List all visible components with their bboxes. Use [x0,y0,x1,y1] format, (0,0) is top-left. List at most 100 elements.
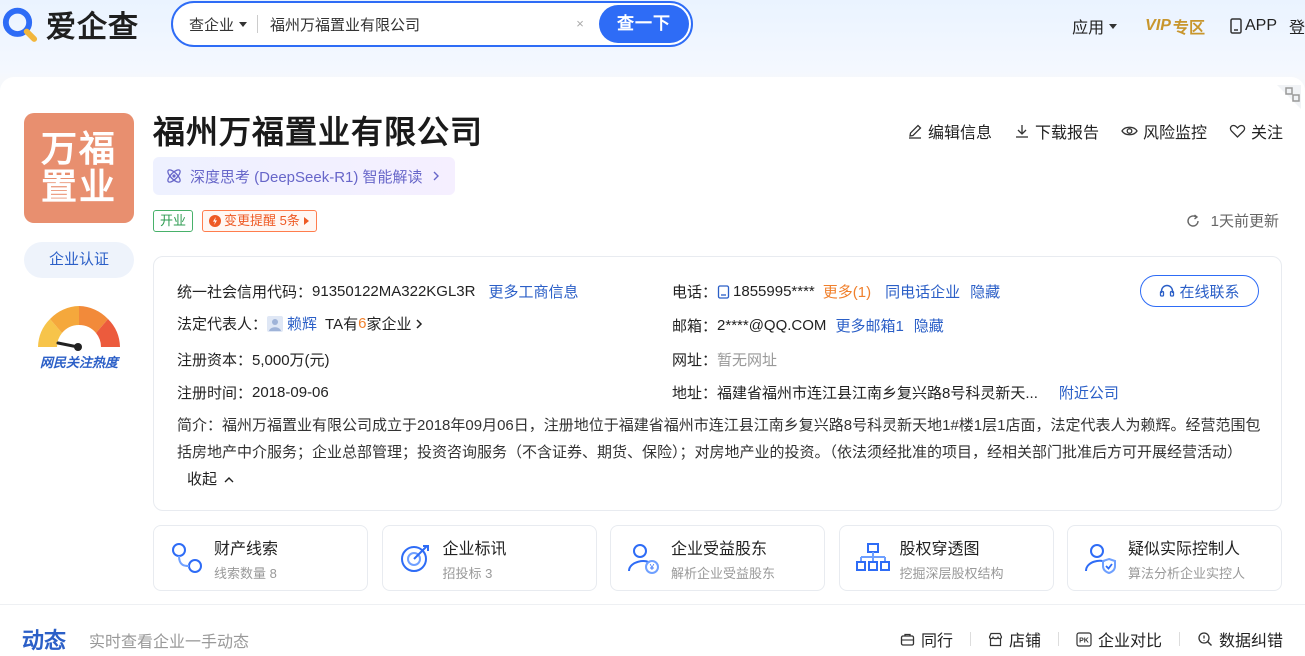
peers-button[interactable]: 同行 [900,627,953,651]
footer-actions: 同行 店铺 PK 企业对比 数据纠错 [883,627,1283,651]
controller-shield-icon [1085,544,1116,575]
briefcase-icon [900,633,915,646]
edit-icon [908,124,922,139]
store-label: 店铺 [1008,633,1041,650]
same-phone-companies-link[interactable]: 同电话企业 [885,281,960,302]
more-email-link[interactable]: 更多邮箱1 [835,315,903,336]
alert-icon [209,215,222,227]
vip-label: 专区 [1172,20,1205,37]
legal-rep-label: 法定代表人： [177,316,268,333]
store-button[interactable]: 店铺 [988,627,1041,651]
capital-value: 5,000万(元) [252,352,330,369]
data-correction-button[interactable]: 数据纠错 [1197,627,1283,651]
company-card: 万福 置业 企业认证 网民关注热度 福州万福置业有限公司 深度思考 (DeepS… [0,77,1305,604]
legal-rep-companies-link[interactable]: TA有 6 家企业 [325,313,424,334]
nav-apps[interactable]: 应用 [1072,14,1118,38]
phone-more-link[interactable]: 更多(1) [823,281,871,302]
email-hide-link[interactable]: 隐藏 [914,315,944,336]
vip-badge: VIP [1145,17,1171,34]
feature-title: 财产线索 [214,540,279,558]
feature-card-asset-clues[interactable]: 财产线索 线索数量 8 [153,525,368,591]
credit-code-value: 91350122MA322KGL3R [312,283,476,300]
mobile-icon [1230,18,1242,34]
logo-magnifier-icon [2,7,38,42]
follow-label: 关注 [1250,125,1283,142]
website-row: 网址： 暂无网址 [672,349,777,370]
capital-label: 注册资本： [177,352,253,369]
change-alert-badge[interactable]: 变更提醒 5条 [202,210,317,232]
correction-icon [1198,632,1212,646]
atom-icon [167,169,181,183]
search-button[interactable]: 查一下 [599,5,689,43]
compare-button[interactable]: PK 企业对比 [1076,627,1162,651]
chevron-down-icon [239,21,248,27]
nav-app[interactable]: APP [1229,17,1277,35]
feature-title: 股权穿透图 [899,540,980,558]
feature-card-beneficiary[interactable]: ¥ 企业受益股东 解析企业受益股东 [610,525,825,591]
feature-title: 疑似实际控制人 [1128,540,1241,558]
target-icon [400,545,429,572]
feature-subtitle: 算法分析企业实控人 [1128,565,1246,581]
feature-subtitle: 挖掘深层股权结构 [899,565,1004,581]
nav-login-label: 登 [1288,20,1305,37]
company-logo-line1: 万福 [40,128,117,169]
compare-label: 企业对比 [1097,633,1162,650]
address-label: 地址： [672,385,718,402]
brief-label: 简介： [177,417,223,434]
search-type-label: 查企业 [189,16,235,34]
collapse-brief-button[interactable]: 收起 [187,471,234,488]
website-label: 网址： [672,352,718,369]
nav-login[interactable]: 登 [1289,14,1305,38]
edit-info-button[interactable]: 编辑信息 [907,119,992,143]
company-logo: 万福 置业 [24,113,134,223]
feature-card-bidding[interactable]: 企业标讯 招投标 3 [381,525,597,591]
top-nav: 应用 VIP 专区 APP 登 [1044,14,1305,38]
chevron-down-icon [1109,23,1118,29]
pk-compare-icon: PK [1076,631,1092,647]
search-type-select[interactable]: 查企业 [189,14,248,35]
peers-label: 同行 [920,633,953,650]
download-report-label: 下载报告 [1034,125,1099,142]
heart-icon [1229,124,1246,138]
clear-icon[interactable]: × [572,16,588,32]
online-contact-button[interactable]: 在线联系 [1140,275,1259,307]
risk-monitor-button[interactable]: 风险监控 [1121,119,1207,143]
email-label: 邮箱： [672,318,718,335]
chevron-right-icon [433,171,439,181]
feature-subtitle: 招投标 3 [442,565,493,581]
feature-title: 企业标讯 [442,540,507,558]
svg-text:PK: PK [1079,637,1089,644]
store-icon [988,632,1003,646]
download-report-button[interactable]: 下载报告 [1014,119,1099,143]
feature-subtitle: 线索数量 8 [214,565,277,581]
feature-card-equity-chart[interactable]: 股权穿透图 挖掘深层股权结构 [838,525,1054,591]
website-value: 暂无网址 [717,352,778,369]
feature-card-controller[interactable]: 疑似实际控制人 算法分析企业实控人 [1067,525,1282,591]
nearby-companies-link[interactable]: 附近公司 [1059,382,1119,403]
nav-vip[interactable]: VIP 专区 [1145,14,1205,38]
legal-rep-ta-prefix: TA有 [325,316,359,333]
feature-title: 企业受益股东 [671,540,768,558]
top-header: 爱企查 查企业 × 查一下 应用 VIP 专区 APP 登 [0,0,1305,76]
data-correction-label: 数据纠错 [1218,633,1283,650]
follow-button[interactable]: 关注 [1229,119,1283,143]
reg-date-label: 注册时间： [177,385,253,402]
dynamics-title[interactable]: 动态 [22,623,66,655]
legal-rep-company-count: 6 [358,315,367,332]
company-name: 福州万福置业有限公司 [153,114,484,150]
site-logo[interactable]: 爱企查 [0,0,139,48]
separator [969,632,971,646]
update-time[interactable]: 1天前更新 [1185,210,1279,231]
credit-code-row: 统一社会信用代码： 91350122MA322KGL3R 更多工商信息 [177,281,579,302]
avatar-icon [267,315,284,332]
company-brief: 简介：福州万福置业有限公司成立于2018年09月06日，注册地位于福建省福州市连… [177,412,1262,493]
legal-rep-ta-suffix: 家企业 [366,316,412,333]
phone-hide-link[interactable]: 隐藏 [970,281,1000,302]
enterprise-cert-button[interactable]: 企业认证 [24,242,134,278]
qrcode-corner-icon[interactable] [1277,85,1301,109]
legal-rep-name-link[interactable]: 赖辉 [287,313,317,334]
ai-insight-button[interactable]: 深度思考 (DeepSeek-R1) 智能解读 [153,157,455,195]
search-input[interactable] [270,15,561,33]
nav-app-label: APP [1244,17,1277,34]
more-business-info-link[interactable]: 更多工商信息 [488,281,578,302]
